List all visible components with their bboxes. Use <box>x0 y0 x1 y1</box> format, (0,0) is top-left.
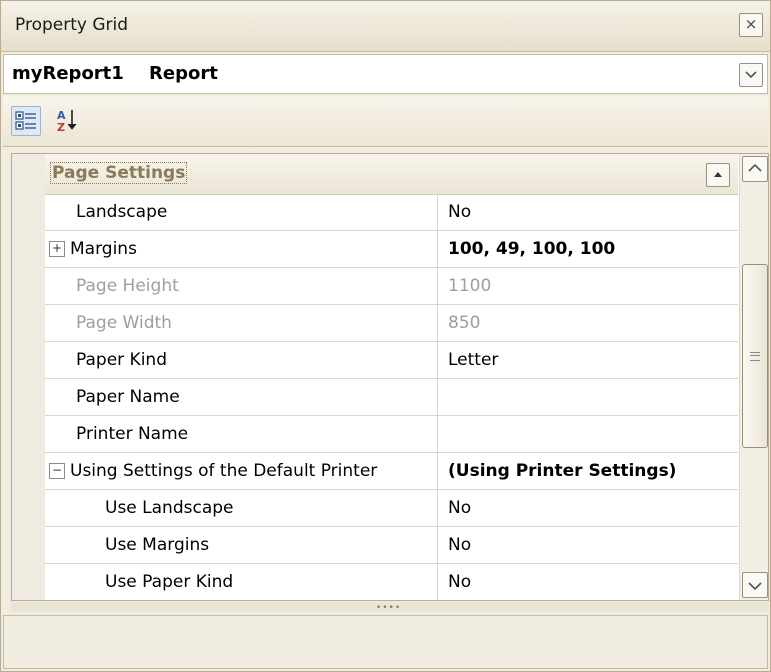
sort-az-letter-z: Z <box>57 121 65 134</box>
property-row-use-paper-kind[interactable]: Use Paper Kind No <box>45 564 738 600</box>
property-value-cell[interactable]: Letter <box>438 342 738 378</box>
property-row-use-landscape[interactable]: Use Landscape No <box>45 490 738 527</box>
property-grid: Page Settings Landscape No + Margins 100… <box>11 153 769 601</box>
window-title: Property Grid <box>15 15 129 35</box>
sort-az-icon: A Z <box>57 109 77 134</box>
property-row-printer-name[interactable]: Printer Name <box>45 416 738 453</box>
close-icon: × <box>744 15 758 33</box>
property-name-cell: Use Paper Kind <box>45 564 438 600</box>
property-row-paper-name[interactable]: Paper Name <box>45 379 738 416</box>
property-row-landscape[interactable]: Landscape No <box>45 194 738 231</box>
property-value: No <box>448 202 472 222</box>
property-grid-window: Property Grid × myReport1 Report A Z Pag… <box>0 0 771 672</box>
selected-object-type: Report <box>149 63 218 84</box>
property-value: (Using Printer Settings) <box>448 461 677 481</box>
categorized-view-icon <box>15 111 36 130</box>
property-value: 850 <box>448 313 481 333</box>
property-name: Use Margins <box>105 535 210 555</box>
property-name: Use Paper Kind <box>105 572 234 592</box>
title-bar: Property Grid × <box>1 1 770 52</box>
property-value: No <box>448 572 472 592</box>
property-row-use-margins[interactable]: Use Margins No <box>45 527 738 564</box>
property-name: Paper Kind <box>76 350 167 370</box>
property-value-cell[interactable]: No <box>438 564 738 600</box>
property-name-cell: Page Width <box>45 305 438 341</box>
property-name-cell: Landscape <box>45 194 438 230</box>
property-name-cell: + Margins <box>45 231 438 267</box>
collapse-category-button[interactable] <box>706 163 730 187</box>
object-selector-dropdown-button[interactable] <box>739 63 763 87</box>
vertical-scrollbar[interactable] <box>739 154 768 600</box>
selected-object-name: myReport1 <box>12 63 124 84</box>
chevron-down-icon <box>748 582 762 591</box>
property-name: Use Landscape <box>105 498 234 518</box>
property-value: 100, 49, 100, 100 <box>448 239 616 259</box>
scroll-up-button[interactable] <box>742 156 768 182</box>
property-value-cell[interactable] <box>438 379 738 415</box>
property-name-cell: Page Height <box>45 268 438 304</box>
property-name-cell: Use Margins <box>45 527 438 563</box>
property-value-cell[interactable]: (Using Printer Settings) <box>438 453 738 489</box>
category-row-page-settings[interactable]: Page Settings <box>45 154 738 195</box>
property-name-cell: Paper Kind <box>45 342 438 378</box>
property-value-cell: 850 <box>438 305 738 341</box>
grip-icon <box>750 352 760 361</box>
property-value: 1100 <box>448 276 492 296</box>
close-button[interactable]: × <box>739 13 763 37</box>
property-name-cell: Paper Name <box>45 379 438 415</box>
splitter-grip-icon: •••• <box>376 603 402 613</box>
categorized-view-button[interactable] <box>11 106 41 136</box>
property-row-margins[interactable]: + Margins 100, 49, 100, 100 <box>45 231 738 268</box>
property-value-cell[interactable]: No <box>438 194 738 230</box>
category-label: Page Settings <box>50 162 188 184</box>
property-value-cell[interactable] <box>438 416 738 452</box>
property-name-cell: − Using Settings of the Default Printer <box>45 453 438 489</box>
property-value: No <box>448 535 472 555</box>
chevron-up-icon <box>714 172 722 177</box>
property-name: Page Height <box>76 276 179 296</box>
grid-gutter <box>12 154 45 600</box>
expand-icon[interactable]: + <box>49 241 65 257</box>
property-value-cell[interactable]: 100, 49, 100, 100 <box>438 231 738 267</box>
object-selector[interactable]: myReport1 Report <box>3 54 768 94</box>
property-name-cell: Use Landscape <box>45 490 438 526</box>
property-value-cell: 1100 <box>438 268 738 304</box>
property-row-page-height[interactable]: Page Height 1100 <box>45 268 738 305</box>
chevron-up-icon <box>748 163 762 172</box>
property-name: Page Width <box>76 313 172 333</box>
property-value-cell[interactable]: No <box>438 527 738 563</box>
property-name: Printer Name <box>76 424 189 444</box>
scrollbar-thumb[interactable] <box>742 264 768 448</box>
description-splitter[interactable]: •••• <box>11 602 769 613</box>
scroll-down-button[interactable] <box>742 572 768 598</box>
property-name: Using Settings of the Default Printer <box>70 461 378 481</box>
property-value: Letter <box>448 350 499 370</box>
alphabetical-sort-button[interactable]: A Z <box>53 106 81 134</box>
chevron-down-icon <box>745 71 757 79</box>
property-value-cell[interactable]: No <box>438 490 738 526</box>
description-panel <box>3 615 768 669</box>
collapse-icon[interactable]: − <box>49 463 65 479</box>
property-name: Landscape <box>76 202 168 222</box>
property-row-page-width[interactable]: Page Width 850 <box>45 305 738 342</box>
property-value: No <box>448 498 472 518</box>
property-row-paper-kind[interactable]: Paper Kind Letter <box>45 342 738 379</box>
property-name-cell: Printer Name <box>45 416 438 452</box>
property-name: Margins <box>70 239 137 259</box>
property-name: Paper Name <box>76 387 180 407</box>
property-grid-toolbar: A Z <box>3 96 768 147</box>
property-row-using-default-printer-settings[interactable]: − Using Settings of the Default Printer … <box>45 453 738 490</box>
